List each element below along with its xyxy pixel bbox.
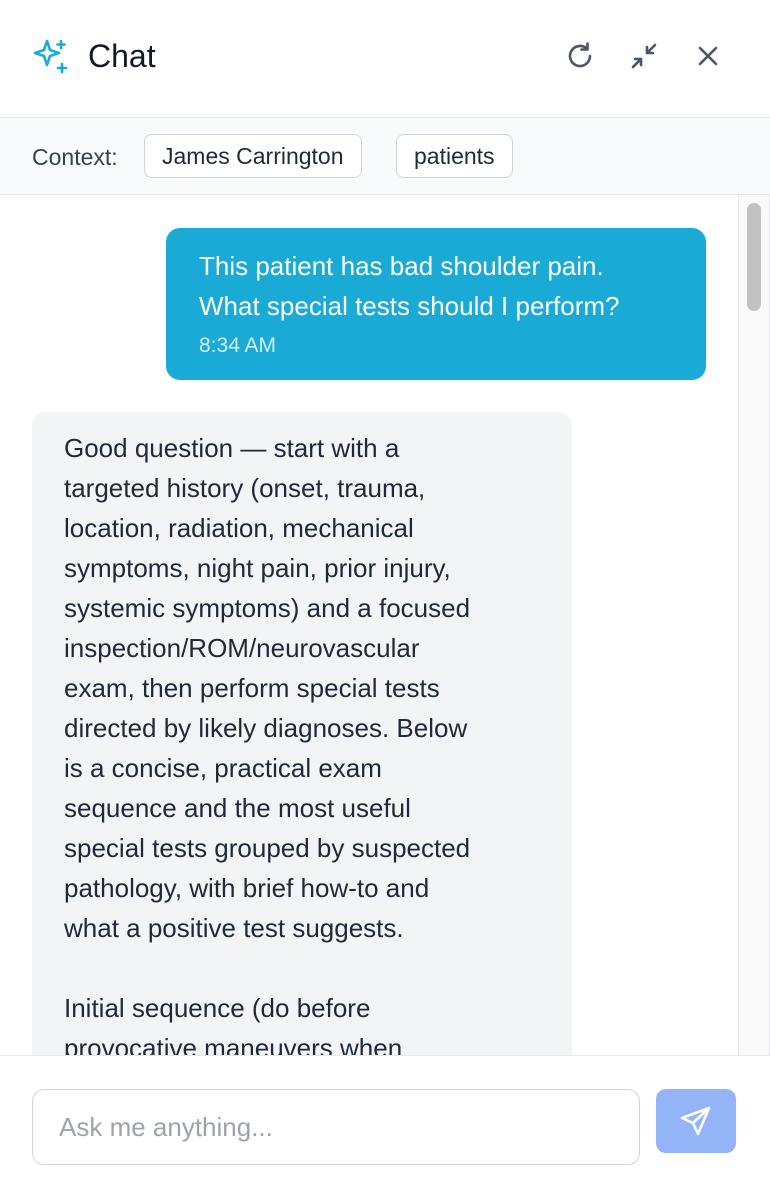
user-message-text: This patient has bad shoulder pain. What…: [199, 251, 620, 321]
context-label: Context:: [32, 144, 118, 170]
message-timestamp: 8:34 AM: [199, 334, 277, 357]
message-list[interactable]: This patient has bad shoulder pain. What…: [0, 195, 738, 1055]
close-icon: [698, 46, 718, 66]
context-bar: Context: James Carrington patients: [0, 118, 770, 195]
chat-title: Chat: [88, 38, 156, 74]
minimize-button[interactable]: [624, 36, 664, 76]
sparkles-icon: [33, 39, 68, 74]
scrollbar-thumb[interactable]: [747, 203, 761, 311]
assistant-message-bubble: Good question — start with a targeted hi…: [32, 412, 572, 1055]
composer: [0, 1055, 770, 1199]
context-chip-patients[interactable]: patients: [396, 134, 513, 178]
scrollbar[interactable]: [738, 195, 769, 1055]
refresh-button[interactable]: [560, 36, 600, 76]
chat-input[interactable]: [32, 1089, 640, 1165]
chat-header: Chat: [0, 0, 770, 118]
close-button[interactable]: [688, 36, 728, 76]
user-message-bubble: This patient has bad shoulder pain. What…: [166, 228, 706, 380]
refresh-icon: [568, 42, 592, 68]
send-button[interactable]: [656, 1089, 736, 1153]
chat-panel: Chat Context: James Carrington patients …: [0, 0, 770, 1199]
assistant-message-text: Good question — start with a targeted hi…: [64, 433, 471, 1055]
context-chip-patient[interactable]: James Carrington: [144, 134, 362, 178]
send-icon: [680, 1106, 711, 1136]
minimize-icon: [631, 43, 657, 69]
